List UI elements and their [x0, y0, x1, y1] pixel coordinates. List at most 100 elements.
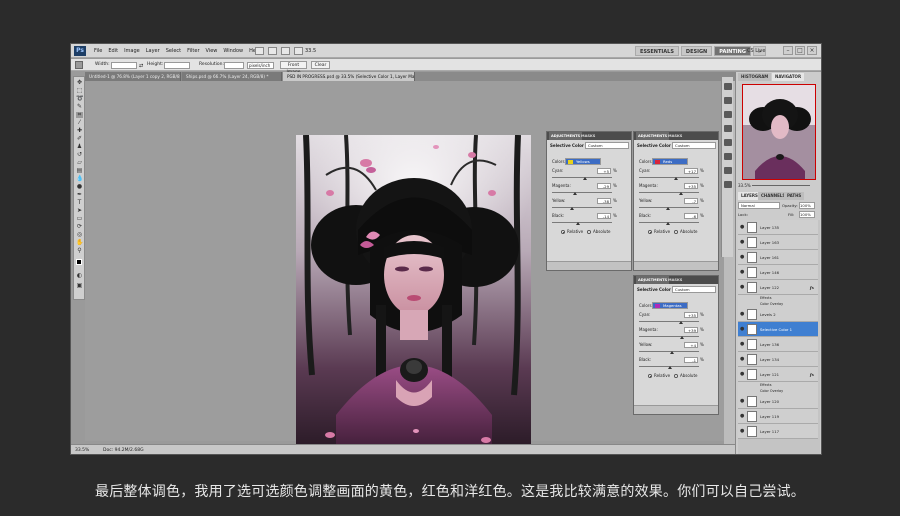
cyan-slider[interactable] — [639, 321, 699, 322]
navigator-zoom[interactable]: 33.5% — [738, 183, 751, 188]
tab-ships[interactable]: Ships.psd @ 66.7% (Layer 24, RGB/8) * — [182, 72, 282, 81]
character-icon[interactable] — [724, 167, 732, 174]
tab-psd-in-progress[interactable]: PSD IN PROGRESS.psd @ 33.5% (Selective C… — [283, 72, 415, 81]
visibility-eye-icon[interactable]: ● — [740, 429, 744, 434]
history-brush-tool-icon[interactable]: ↺ — [76, 152, 83, 158]
eraser-tool-icon[interactable]: ▱ — [76, 160, 83, 166]
cyan-slider-knob[interactable] — [583, 177, 587, 180]
quick-selection-tool-icon[interactable]: ✎ — [76, 104, 83, 110]
navigator-zoom-slider[interactable] — [752, 185, 810, 186]
foreground-color-swatch[interactable] — [76, 259, 82, 265]
yellow-value[interactable]: +4 — [684, 342, 698, 348]
status-zoom[interactable]: 33.5% — [75, 445, 89, 454]
opacity-field[interactable]: 100% — [799, 202, 815, 209]
tab-adjustments[interactable]: ADJUSTMENTS — [636, 132, 670, 140]
zoom-tool-icon[interactable]: ⚲ — [76, 248, 83, 254]
resolution-unit-select[interactable]: pixels/inch — [247, 61, 274, 69]
menu-image[interactable]: Image — [121, 44, 143, 58]
visibility-eye-icon[interactable]: ● — [740, 240, 744, 245]
menu-edit[interactable]: Edit — [105, 44, 121, 58]
paragraph-icon[interactable] — [724, 181, 732, 188]
actions-icon[interactable] — [724, 125, 732, 132]
healing-brush-tool-icon[interactable]: ✚ — [76, 128, 83, 134]
menu-view[interactable]: View — [203, 44, 221, 58]
cyan-value[interactable]: +17 — [684, 168, 698, 174]
magenta-slider-knob[interactable] — [679, 192, 683, 195]
layer-row[interactable]: ● Layer 161 — [738, 250, 818, 265]
move-tool-icon[interactable]: ✥ — [76, 80, 83, 86]
fill-field[interactable]: 100% — [799, 211, 815, 218]
colors-select[interactable]: Reds — [652, 158, 688, 165]
eyedropper-tool-icon[interactable]: ⁄ — [76, 120, 83, 126]
clone-stamp-tool-icon[interactable]: ♟ — [76, 144, 83, 150]
tab-adjustments[interactable]: ADJUSTMENTS — [636, 276, 670, 284]
canvas-area[interactable]: ADJUSTMENTS MASKS Selective Color Custom… — [85, 81, 735, 454]
colors-select[interactable]: Magentas — [652, 302, 688, 309]
cyan-value[interactable]: +5 — [597, 168, 611, 174]
clear-button[interactable]: Clear — [311, 61, 330, 69]
cs-live-button[interactable]: CS Live — [747, 46, 765, 56]
black-slider[interactable] — [552, 222, 612, 223]
brush-tool-icon[interactable]: ✐ — [76, 136, 83, 142]
workspace-painting[interactable]: PAINTING — [714, 46, 751, 56]
yellow-value[interactable]: -38 — [597, 198, 611, 204]
cyan-slider[interactable] — [639, 177, 699, 178]
magenta-slider-knob[interactable] — [573, 192, 577, 195]
absolute-radio[interactable] — [587, 230, 591, 234]
layer-row[interactable]: ● Layer 121 fx — [738, 367, 818, 382]
zoom-tool-icon[interactable] — [294, 47, 303, 55]
cyan-value[interactable]: +35 — [684, 312, 698, 318]
zoom-level[interactable]: 33.5 — [305, 46, 316, 56]
hand-tool-icon[interactable]: ✋ — [76, 240, 83, 246]
tab-masks[interactable]: MASKS — [668, 276, 682, 284]
preset-select[interactable]: Custom — [672, 286, 716, 293]
layer-row[interactable]: ● Layer 146 — [738, 265, 818, 280]
crop-tool-icon[interactable]: ⌗ — [76, 112, 83, 118]
absolute-radio[interactable] — [674, 230, 678, 234]
yellow-slider[interactable] — [639, 351, 699, 352]
visibility-eye-icon[interactable]: ● — [740, 399, 744, 404]
workspace-design[interactable]: DESIGN — [680, 46, 713, 56]
relative-radio[interactable] — [561, 230, 565, 234]
tab-masks[interactable]: MASKS — [668, 132, 682, 140]
colors-select[interactable]: Yellows — [565, 158, 601, 165]
workspace-essentials[interactable]: ESSENTIALS — [635, 46, 679, 56]
visibility-eye-icon[interactable]: ● — [740, 342, 744, 347]
view-extras-icon[interactable] — [268, 47, 277, 55]
relative-radio[interactable] — [648, 230, 652, 234]
tab-paths[interactable]: PATHS — [784, 192, 805, 200]
black-slider-knob[interactable] — [666, 222, 670, 225]
history-icon[interactable] — [724, 111, 732, 118]
launch-bridge-icon[interactable] — [255, 47, 264, 55]
styles-icon[interactable] — [724, 97, 732, 104]
magenta-slider[interactable] — [552, 192, 612, 193]
tab-adjustments[interactable]: ADJUSTMENTS — [549, 132, 583, 140]
front-image-button[interactable]: Front Image — [280, 61, 307, 75]
layer-fx-icon[interactable]: fx — [810, 280, 814, 295]
swatches-icon[interactable] — [724, 83, 732, 90]
menu-file[interactable]: File — [91, 44, 105, 58]
visibility-eye-icon[interactable]: ● — [740, 270, 744, 275]
visibility-eye-icon[interactable]: ● — [740, 414, 744, 419]
3d-rotate-tool-icon[interactable]: ⟳ — [76, 224, 83, 230]
black-slider-knob[interactable] — [668, 366, 672, 369]
clone-source-icon[interactable] — [724, 153, 732, 160]
cyan-slider-knob[interactable] — [674, 177, 678, 180]
menu-filter[interactable]: Filter — [184, 44, 202, 58]
layer-row[interactable]: ● Layer 134 — [738, 352, 818, 367]
yellow-slider[interactable] — [552, 207, 612, 208]
minimize-button[interactable]: – — [783, 46, 793, 55]
magenta-slider[interactable] — [639, 192, 699, 193]
black-value[interactable]: -6 — [684, 213, 698, 219]
crop-tool-preset-icon[interactable] — [75, 61, 83, 69]
menu-window[interactable]: Window — [220, 44, 246, 58]
close-button[interactable]: × — [807, 46, 817, 55]
layer-row[interactable]: ● Layer 135 — [738, 220, 818, 235]
layer-row[interactable]: ● Layer 120 — [738, 394, 818, 409]
visibility-eye-icon[interactable]: ● — [740, 255, 744, 260]
tab-navigator[interactable]: NAVIGATOR — [772, 73, 805, 81]
tab-untitled-1[interactable]: Untitled-1 @ 76.8% (Layer 1 copy 2, RGB/… — [85, 72, 181, 81]
yellow-slider-knob[interactable] — [666, 207, 670, 210]
width-field[interactable] — [111, 61, 137, 69]
cyan-slider-knob[interactable] — [679, 321, 683, 324]
